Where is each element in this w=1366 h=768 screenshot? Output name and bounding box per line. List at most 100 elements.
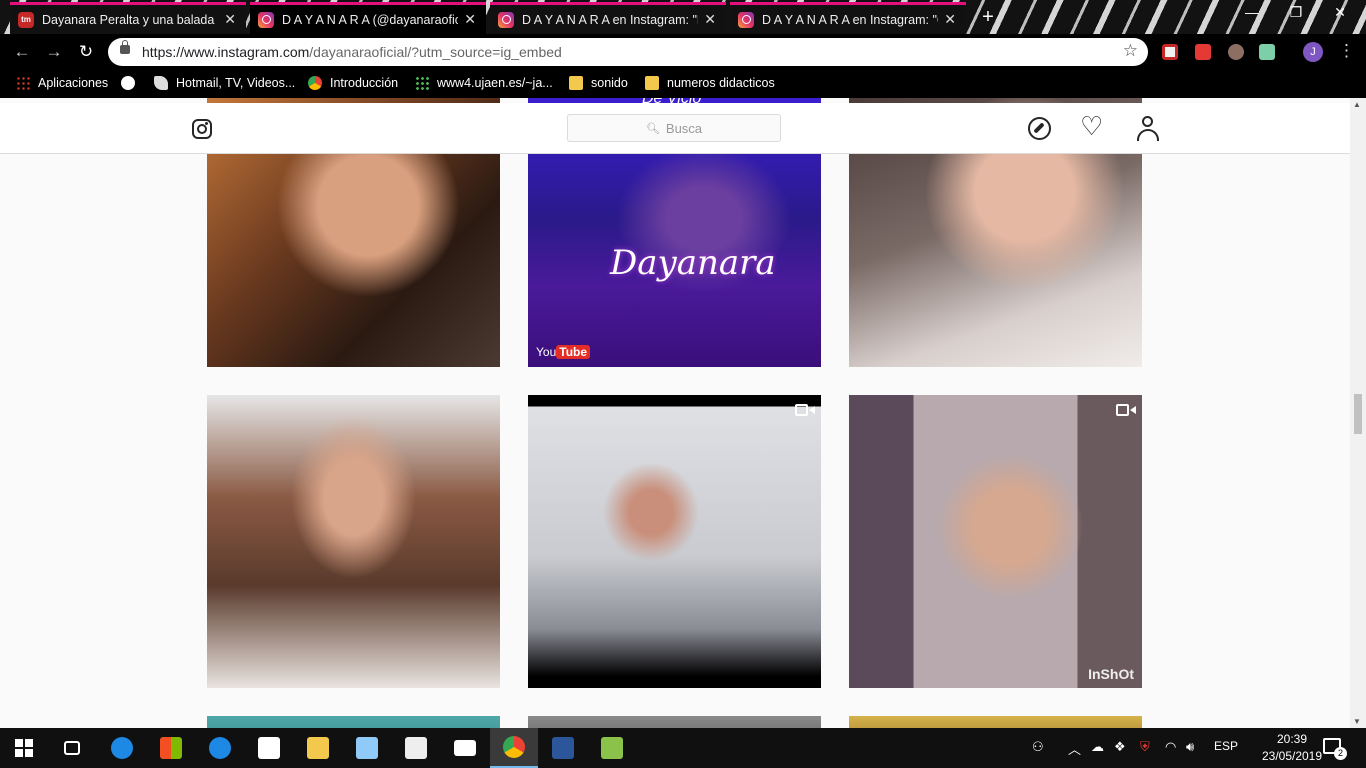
taskbar-chrome[interactable] bbox=[490, 728, 538, 768]
close-window-button[interactable]: ✕ bbox=[1320, 4, 1360, 21]
wifi-icon[interactable]: ◠ bbox=[1165, 739, 1176, 755]
bookmark-introduccion[interactable]: Introducción bbox=[308, 76, 398, 90]
taskbar-word[interactable] bbox=[539, 728, 587, 768]
bookmark-numeros[interactable]: numeros didacticos bbox=[645, 76, 775, 90]
chrome-icon bbox=[503, 736, 525, 758]
taskbar-store[interactable] bbox=[147, 728, 195, 768]
bookmark-sonido[interactable]: sonido bbox=[569, 76, 628, 90]
dropbox-icon[interactable]: ❖ bbox=[1114, 739, 1126, 755]
bookmark-label: numeros didacticos bbox=[667, 76, 775, 90]
task-view-button[interactable] bbox=[48, 728, 96, 768]
clock[interactable]: 20:39 23/05/2019 bbox=[1252, 731, 1332, 765]
bookmarks-bar: Aplicaciones Hotmail, TV, Videos... Intr… bbox=[0, 70, 1366, 98]
close-tab-icon[interactable]: ✕ bbox=[944, 11, 956, 28]
chrome-icon bbox=[308, 76, 322, 90]
clock-time: 20:39 bbox=[1276, 732, 1308, 746]
post-thumbnail[interactable] bbox=[207, 716, 500, 728]
search-icon: 🔍︎ bbox=[645, 122, 660, 135]
taskbar-amazon[interactable] bbox=[245, 728, 293, 768]
menu-kebab-icon[interactable]: ⋮ bbox=[1338, 41, 1355, 61]
minimize-button[interactable]: — bbox=[1232, 4, 1272, 20]
lock-icon bbox=[120, 40, 130, 54]
app-icon bbox=[356, 737, 378, 759]
back-button[interactable]: ← bbox=[11, 42, 33, 62]
new-tab-button[interactable]: + bbox=[978, 6, 998, 29]
address-bar[interactable]: https://www.instagram.com/dayanaraoficia… bbox=[108, 38, 1148, 66]
apps-icon bbox=[16, 76, 30, 90]
browser-tab-1[interactable]: tm Dayanara Peralta y una balada pa ✕ bbox=[10, 2, 246, 34]
explore-compass-icon[interactable] bbox=[1028, 117, 1051, 140]
close-tab-icon[interactable]: ✕ bbox=[704, 11, 716, 28]
activity-heart-icon[interactable]: ♡ bbox=[1080, 113, 1103, 139]
extension-clip-icon[interactable] bbox=[1259, 44, 1275, 60]
tab-strip: tm Dayanara Peralta y una balada pa ✕ D … bbox=[0, 0, 1366, 34]
close-tab-icon[interactable]: ✕ bbox=[464, 11, 476, 28]
feather-icon bbox=[154, 76, 168, 90]
instagram-header: 🔍︎ Busca ♡ bbox=[0, 103, 1350, 154]
profile-avatar[interactable]: J bbox=[1303, 42, 1323, 62]
antivirus-icon[interactable]: ⛨ bbox=[1140, 739, 1150, 755]
extension-off-icon[interactable] bbox=[1195, 44, 1211, 60]
reload-button[interactable]: ↻ bbox=[75, 42, 97, 62]
taskbar-app[interactable] bbox=[343, 728, 391, 768]
bookmark-ujaen[interactable]: www4.ujaen.es/~ja... bbox=[415, 76, 553, 90]
youtube-logo: You Tube bbox=[536, 345, 591, 359]
post-thumbnail[interactable] bbox=[849, 716, 1142, 728]
onedrive-icon[interactable]: ☁ bbox=[1091, 739, 1104, 755]
taskbar-calculator[interactable] bbox=[392, 728, 440, 768]
post-thumbnail[interactable] bbox=[528, 716, 821, 728]
people-icon[interactable]: ⚇ bbox=[1032, 739, 1044, 755]
browser-tab-4[interactable]: D A Y A N A R A en Instagram: "C ✕ bbox=[730, 2, 966, 34]
browser-tab-2[interactable]: D A Y A N A R A (@dayanaraofici ✕ bbox=[250, 2, 486, 34]
start-button[interactable] bbox=[0, 728, 48, 768]
bookmark-star-icon[interactable]: ☆ bbox=[1123, 41, 1138, 61]
taskbar-mail[interactable] bbox=[441, 728, 489, 768]
show-hidden-icons[interactable]: ︿ bbox=[1068, 739, 1081, 758]
close-tab-icon[interactable]: ✕ bbox=[224, 11, 236, 28]
taskbar-edge[interactable] bbox=[98, 728, 146, 768]
bookmark-hotmail[interactable]: Hotmail, TV, Videos... bbox=[154, 76, 295, 90]
bookmark-globe[interactable] bbox=[121, 76, 143, 90]
windows-logo-icon bbox=[15, 739, 33, 757]
windows-taskbar: ⚇ ︿ ☁ ❖ ⛨ ◠ 🔊︎ ESP 20:39 23/05/2019 2 bbox=[0, 728, 1366, 768]
forward-button[interactable]: → bbox=[43, 42, 65, 62]
youtube-logo-left: You bbox=[536, 345, 557, 359]
tab-title: D A Y A N A R A (@dayanaraofici bbox=[282, 12, 459, 27]
taskbar-explorer[interactable] bbox=[294, 728, 342, 768]
tab-title: Dayanara Peralta y una balada pa bbox=[42, 12, 219, 27]
bookmark-apps[interactable]: Aplicaciones bbox=[16, 76, 108, 90]
calculator-icon bbox=[405, 737, 427, 759]
scroll-down-icon[interactable]: ▼ bbox=[1353, 717, 1361, 726]
instagram-icon bbox=[498, 11, 514, 28]
taskbar-ie[interactable] bbox=[196, 728, 244, 768]
extension-pocket-icon[interactable] bbox=[1162, 44, 1178, 60]
browser-toolbar: ← → ↻ https://www.instagram.com/dayanara… bbox=[0, 34, 1366, 70]
page-scrollbar[interactable]: ▲ ▼ bbox=[1350, 98, 1366, 728]
post-thumbnail[interactable] bbox=[528, 395, 821, 688]
url-text[interactable]: https://www.instagram.com/dayanaraoficia… bbox=[142, 44, 562, 60]
scroll-up-icon[interactable]: ▲ bbox=[1353, 100, 1361, 109]
bookmark-label: Hotmail, TV, Videos... bbox=[176, 76, 296, 90]
search-input[interactable]: 🔍︎ Busca bbox=[567, 114, 781, 142]
file-explorer-icon bbox=[307, 737, 329, 759]
post-thumbnail[interactable]: InShOt bbox=[849, 395, 1142, 688]
maximize-button[interactable]: ❐ bbox=[1276, 4, 1316, 21]
browser-tab-3[interactable]: D A Y A N A R A en Instagram: "F ✕ bbox=[490, 2, 726, 34]
scrollbar-thumb[interactable] bbox=[1354, 394, 1362, 434]
profile-person-icon[interactable] bbox=[1137, 116, 1159, 142]
extension-owl-icon[interactable] bbox=[1228, 44, 1244, 60]
volume-icon[interactable]: 🔊︎ bbox=[1186, 739, 1194, 755]
instagram-page: De Vicio Dayanara YouTube InShOt 🔍︎ Busc… bbox=[0, 98, 1350, 728]
tab-title: D A Y A N A R A en Instagram: "F bbox=[522, 12, 699, 27]
language-indicator[interactable]: ESP bbox=[1214, 739, 1238, 753]
post-watermark: InShOt bbox=[1088, 666, 1134, 682]
taskbar-notepad[interactable] bbox=[588, 728, 636, 768]
instagram-icon bbox=[258, 11, 274, 28]
task-view-icon bbox=[64, 741, 80, 755]
folder-icon bbox=[569, 76, 583, 90]
bookmark-label: sonido bbox=[591, 76, 628, 90]
post-thumbnail[interactable] bbox=[207, 395, 500, 688]
notification-count: 2 bbox=[1334, 747, 1347, 760]
action-center-icon[interactable]: 2 bbox=[1323, 738, 1347, 760]
instagram-logo-icon[interactable] bbox=[192, 119, 212, 139]
